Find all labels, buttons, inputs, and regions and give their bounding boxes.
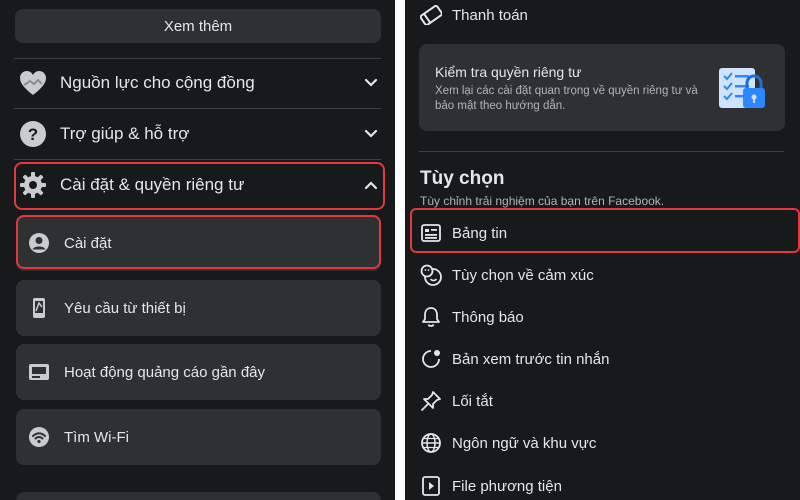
menu-item-label: Lối tắt bbox=[452, 392, 493, 410]
phone-icon bbox=[26, 295, 52, 321]
ticket-icon bbox=[419, 3, 443, 27]
see-more-button[interactable]: Xem thêm bbox=[15, 9, 381, 43]
right-settings-panel: Thanh toán Kiểm tra quyền riêng tư Xem l… bbox=[405, 0, 800, 500]
menu-item-reaction-preferences[interactable]: Tùy chọn về cảm xúc bbox=[419, 255, 795, 295]
divider bbox=[14, 108, 381, 109]
chevron-down-icon bbox=[356, 129, 386, 139]
question-icon: ? bbox=[16, 117, 50, 151]
menu-item-shortcuts[interactable]: Lối tắt bbox=[419, 381, 795, 421]
privacy-checkup-card[interactable]: Kiểm tra quyền riêng tư Xem lại các cài … bbox=[419, 44, 785, 131]
message-preview-icon bbox=[419, 347, 443, 371]
privacy-checkup-title: Kiểm tra quyền riêng tư bbox=[435, 64, 582, 80]
privacy-lock-icon bbox=[717, 66, 765, 115]
menu-item-label: Thanh toán bbox=[452, 6, 528, 24]
menu-item-language-region[interactable]: Ngôn ngữ và khu vực bbox=[419, 423, 795, 463]
menu-item-media-files[interactable]: File phương tiện bbox=[419, 466, 795, 500]
menu-item-message-previews[interactable]: Bản xem trước tin nhắn bbox=[419, 339, 795, 379]
heart-hands-icon bbox=[16, 66, 50, 100]
highlight-frame bbox=[410, 208, 800, 253]
wifi-icon bbox=[26, 424, 52, 450]
menu-item-notifications[interactable]: Thông báo bbox=[419, 297, 795, 337]
menu-item-label: Tìm Wi-Fi bbox=[64, 428, 129, 446]
divider bbox=[14, 58, 381, 59]
bell-icon bbox=[419, 305, 443, 329]
menu-item-device-requests[interactable]: Yêu cầu từ thiết bị bbox=[16, 280, 381, 336]
menu-item-partial[interactable] bbox=[16, 492, 381, 500]
highlight-frame bbox=[14, 162, 385, 210]
divider bbox=[419, 151, 784, 152]
media-file-icon bbox=[419, 474, 443, 498]
reactions-icon bbox=[419, 263, 443, 287]
section-community-resources[interactable]: Nguồn lực cho cộng đồng bbox=[14, 60, 386, 106]
svg-text:?: ? bbox=[28, 125, 38, 144]
ad-icon bbox=[26, 359, 52, 385]
pin-icon bbox=[419, 389, 443, 413]
left-menu-panel: Xem thêm Nguồn lực cho cộng đồng ? Trợ g… bbox=[0, 0, 395, 500]
menu-item-label: Hoạt động quảng cáo gần đây bbox=[64, 363, 265, 381]
menu-item-label: Ngôn ngữ và khu vực bbox=[452, 434, 597, 452]
chevron-down-icon bbox=[356, 78, 386, 88]
preferences-subtitle: Tùy chỉnh trải nghiệm của bạn trên Faceb… bbox=[420, 194, 665, 208]
menu-item-label: Tùy chọn về cảm xúc bbox=[452, 266, 594, 284]
menu-item-label: Bản xem trước tin nhắn bbox=[452, 350, 610, 368]
highlight-frame bbox=[16, 215, 381, 269]
menu-item-label: Thông báo bbox=[452, 308, 524, 326]
globe-icon bbox=[419, 431, 443, 455]
divider bbox=[14, 159, 381, 160]
see-more-label: Xem thêm bbox=[163, 17, 233, 35]
menu-item-recent-ad-activity[interactable]: Hoạt động quảng cáo gần đây bbox=[16, 344, 381, 400]
preferences-title: Tùy chọn bbox=[420, 168, 505, 189]
menu-item-payments[interactable]: Thanh toán bbox=[419, 0, 795, 35]
privacy-checkup-description: Xem lại các cài đặt quan trọng về quyền … bbox=[435, 85, 698, 112]
menu-item-label: File phương tiện bbox=[452, 477, 562, 495]
section-label: Trợ giúp & hỗ trợ bbox=[60, 124, 190, 143]
section-label: Nguồn lực cho cộng đồng bbox=[60, 73, 255, 92]
section-help-support[interactable]: ? Trợ giúp & hỗ trợ bbox=[14, 111, 386, 157]
menu-item-find-wifi[interactable]: Tìm Wi-Fi bbox=[16, 409, 381, 465]
menu-item-label: Yêu cầu từ thiết bị bbox=[64, 299, 186, 317]
